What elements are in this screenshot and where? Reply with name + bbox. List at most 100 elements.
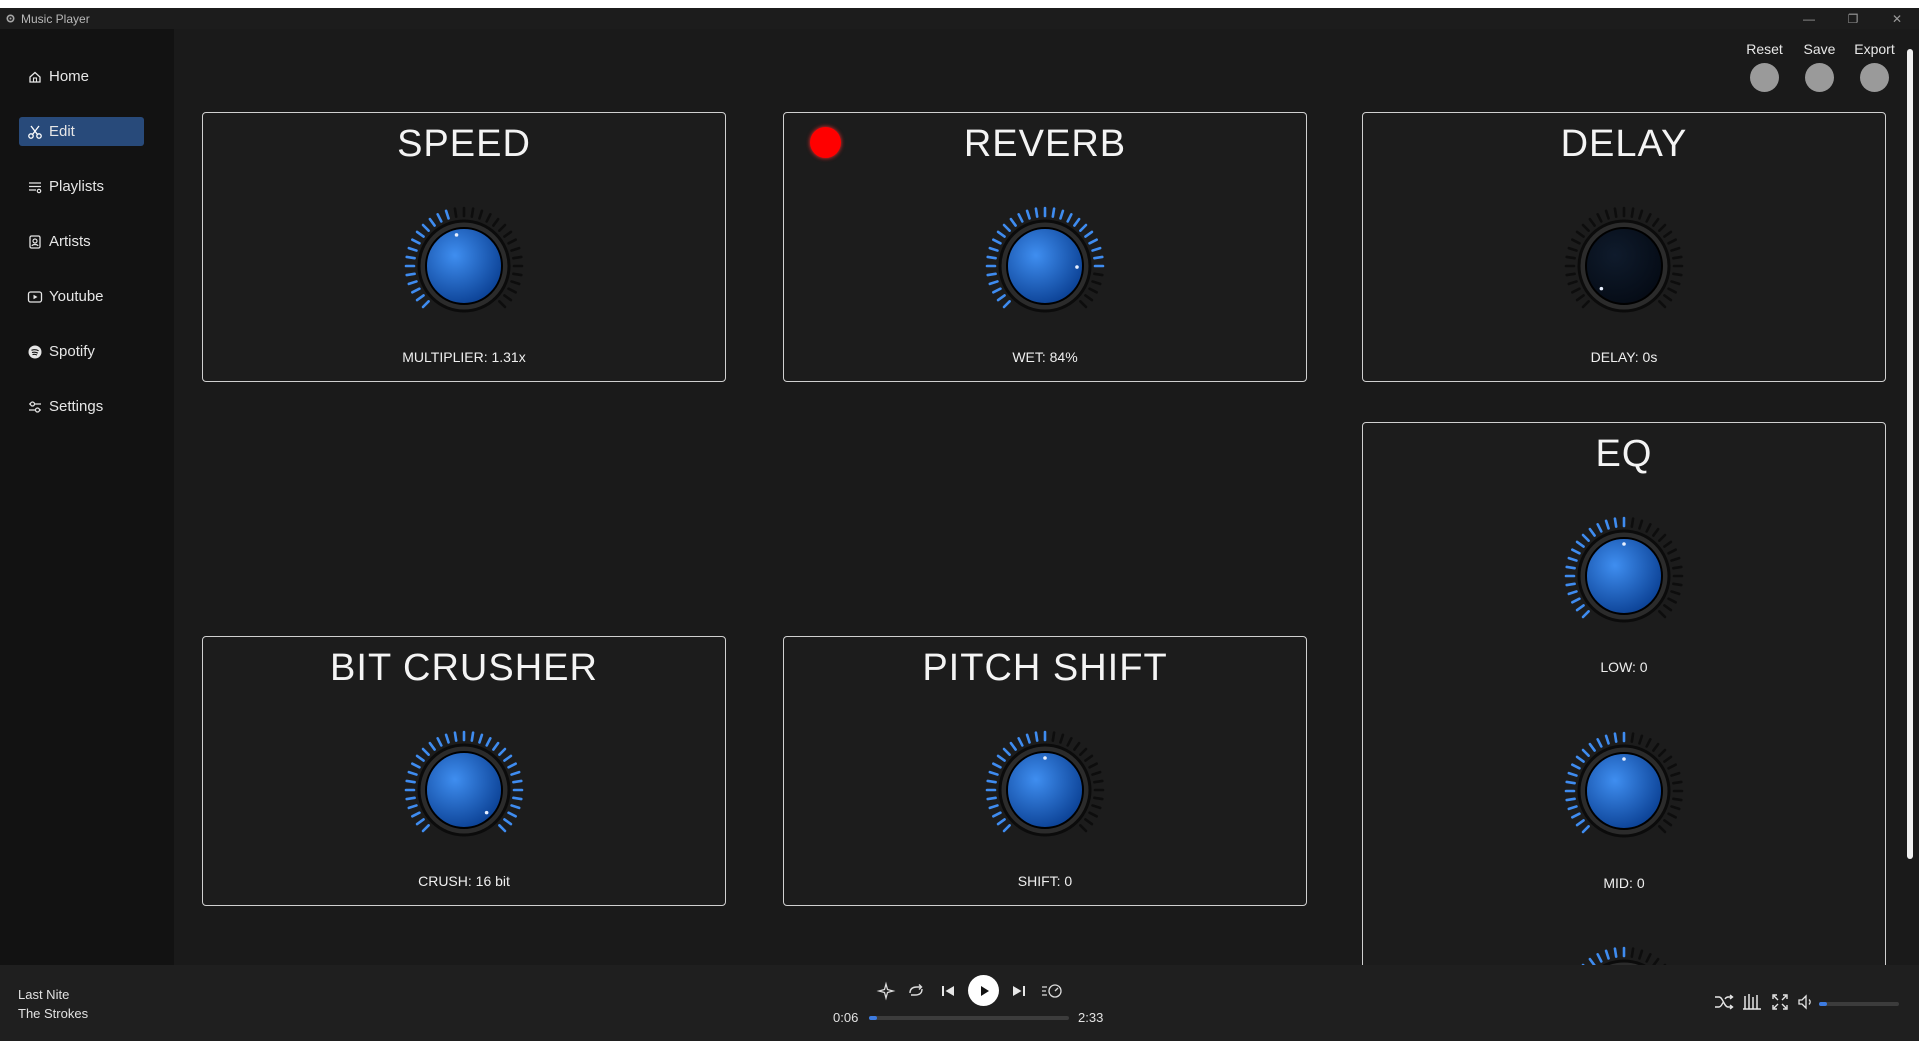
- sidebar-item-edit[interactable]: Edit: [19, 117, 144, 146]
- knob-tick: [503, 818, 513, 826]
- knob-tick: [485, 213, 492, 223]
- knob-tick: [1663, 230, 1673, 238]
- knob-tick: [1084, 818, 1094, 826]
- knob-tick: [428, 217, 436, 227]
- eq-low-knob[interactable]: [1564, 516, 1684, 636]
- knob-tick: [411, 238, 421, 245]
- export-button[interactable]: [1860, 63, 1889, 92]
- volume-icon[interactable]: [1795, 990, 1817, 1014]
- scrollbar-thumb[interactable]: [1907, 49, 1913, 859]
- knob-tick: [421, 300, 430, 309]
- minimize-button[interactable]: —: [1787, 8, 1831, 29]
- sidebar-item-label: Artists: [49, 233, 91, 250]
- knob-tick: [996, 294, 1006, 302]
- knob-tick: [1091, 246, 1102, 252]
- sidebar-item-home[interactable]: Home: [19, 62, 144, 91]
- fullscreen-icon[interactable]: [1768, 990, 1792, 1014]
- seek-bar[interactable]: [869, 1016, 1069, 1020]
- knob-tick: [1667, 238, 1677, 245]
- knob-tick: [512, 255, 523, 260]
- delay-panel: DELAY DELAY: 0s: [1362, 112, 1886, 382]
- sidebar-item-spotify[interactable]: Spotify: [19, 337, 144, 366]
- sidebar-item-settings[interactable]: Settings: [19, 392, 144, 421]
- knob-tick: [1670, 805, 1681, 811]
- equalizer-icon[interactable]: [1740, 990, 1764, 1014]
- knob-tick: [1567, 590, 1578, 596]
- knob-tick: [1575, 604, 1585, 612]
- queue-speed-icon[interactable]: [1039, 979, 1065, 1003]
- knob-tick: [1638, 519, 1644, 530]
- maximize-button[interactable]: ❐: [1831, 8, 1875, 29]
- close-button[interactable]: ✕: [1875, 8, 1919, 29]
- knob-tick: [1596, 953, 1603, 963]
- pitch-panel: PITCH SHIFT SHIFT: 0: [783, 636, 1307, 906]
- knob-tick: [1604, 949, 1610, 960]
- knob-tick: [1571, 597, 1581, 604]
- eq-low-value: LOW: 0: [1600, 659, 1648, 675]
- knob-face: [1585, 227, 1663, 305]
- knob-tick: [1073, 741, 1081, 751]
- knob-tick: [1672, 255, 1683, 260]
- knob-tick: [1565, 797, 1576, 802]
- sidebar-item-youtube[interactable]: Youtube: [19, 282, 144, 311]
- panel-title: EQ: [1595, 433, 1653, 475]
- reverb-knob[interactable]: [985, 206, 1105, 326]
- loop-icon[interactable]: [904, 979, 928, 1003]
- knob-tick: [1093, 255, 1104, 260]
- previous-icon[interactable]: [936, 979, 960, 1003]
- knob-tick: [428, 741, 436, 751]
- knob-tick: [1630, 732, 1635, 743]
- knob-tick: [1670, 246, 1681, 252]
- sidebar-item-playlists[interactable]: Playlists: [19, 172, 144, 201]
- knob-tick: [1025, 733, 1031, 744]
- sparkle-icon[interactable]: [874, 979, 898, 1003]
- shuffle-icon[interactable]: [1712, 990, 1736, 1014]
- knob-tick: [1093, 796, 1104, 801]
- knob-tick: [988, 246, 999, 252]
- knob-tick: [1604, 519, 1610, 530]
- knob-tick: [1034, 207, 1039, 218]
- knob-tick: [411, 811, 421, 818]
- reset-button[interactable]: [1750, 63, 1779, 92]
- play-icon[interactable]: [968, 975, 999, 1006]
- knob-tick: [1575, 540, 1585, 548]
- knob-tick: [1091, 770, 1102, 776]
- knob-tick: [492, 217, 500, 227]
- bitcrusher-value: CRUSH: 16 bit: [418, 873, 510, 889]
- knob-tick: [1672, 797, 1683, 802]
- bitcrusher-knob[interactable]: [404, 730, 524, 850]
- knob-tick: [1613, 732, 1618, 743]
- knob-tick: [421, 223, 430, 232]
- knob-tick: [1575, 294, 1585, 302]
- sidebar-item-label: Youtube: [49, 288, 104, 305]
- knob-face: [1006, 227, 1084, 305]
- reset-action: Reset: [1737, 41, 1792, 92]
- seek-progress: [869, 1016, 877, 1020]
- knob-tick: [996, 754, 1006, 762]
- knob-tick: [1575, 755, 1585, 763]
- artist-icon: [29, 234, 41, 249]
- knob-tick: [1002, 223, 1011, 232]
- knob-tick: [492, 741, 500, 751]
- pitch-knob[interactable]: [985, 730, 1105, 850]
- knob-tick: [1002, 300, 1011, 309]
- title-bar: Music Player — ❐ ✕: [0, 8, 1919, 29]
- speed-knob[interactable]: [404, 206, 524, 326]
- next-icon[interactable]: [1007, 979, 1031, 1003]
- knob-tick: [1079, 223, 1088, 232]
- delay-knob[interactable]: [1564, 206, 1684, 326]
- eq-mid-knob[interactable]: [1564, 731, 1684, 851]
- knob-face: [1585, 752, 1663, 830]
- knob-tick: [1565, 565, 1576, 570]
- eq-high-knob[interactable]: [1564, 946, 1684, 965]
- sidebar-item-artists[interactable]: Artists: [19, 227, 144, 256]
- knob-tick: [1658, 533, 1667, 542]
- knob-tick: [415, 754, 425, 762]
- vertical-scrollbar[interactable]: [1902, 29, 1919, 965]
- knob-tick: [1645, 523, 1652, 533]
- save-button[interactable]: [1805, 63, 1834, 92]
- knob-tick: [1588, 527, 1596, 537]
- spotify-icon: [28, 345, 42, 358]
- knob-tick: [1672, 272, 1683, 277]
- volume-slider[interactable]: [1819, 1002, 1899, 1006]
